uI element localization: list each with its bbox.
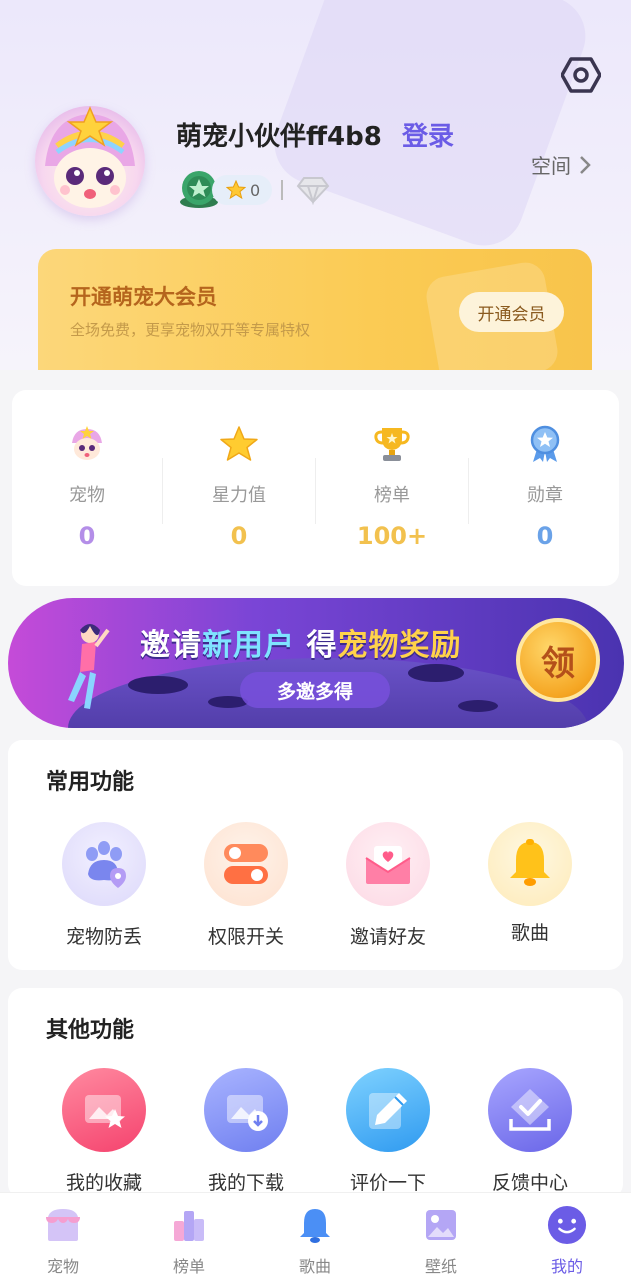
- stats-card: 宠物 0 星力值 0 榜单 100+ 勋章 0: [12, 390, 619, 586]
- tab-label: 歌曲: [298, 1257, 331, 1276]
- banner-title-part: 邀请: [140, 628, 202, 663]
- login-link[interactable]: 登录: [402, 116, 454, 153]
- tab-label: 宠物: [46, 1257, 79, 1276]
- func-my-downloads[interactable]: 我的下载: [176, 1068, 316, 1195]
- banner-pill: 多邀多得: [240, 672, 390, 708]
- banner-crater: [458, 700, 498, 712]
- func-songs[interactable]: 歌曲: [460, 822, 600, 945]
- other-functions-section: 其他功能 我的收藏 我的下载 评价一下 反馈中心: [8, 988, 623, 1198]
- stat-value: 0: [78, 522, 96, 550]
- vip-subtitle: 全场免费，更享宠物双开等专属特权: [70, 321, 311, 339]
- tab-mine[interactable]: 我的: [504, 1193, 630, 1280]
- banner-crater: [408, 664, 464, 682]
- invite-banner[interactable]: 邀请新用户 得宠物奖励 多邀多得 领: [8, 598, 624, 728]
- func-label: 权限开关: [207, 926, 284, 948]
- func-label: 歌曲: [510, 922, 549, 944]
- pet-face-icon: [67, 424, 107, 464]
- stat-label: 榜单: [374, 485, 410, 506]
- func-rate-us[interactable]: 评价一下: [318, 1068, 458, 1195]
- trophy-icon: [372, 424, 412, 464]
- stat-medals[interactable]: 勋章 0: [470, 390, 620, 586]
- toggle-icon: [204, 822, 288, 906]
- star-icon: [226, 180, 246, 200]
- tab-pets[interactable]: 宠物: [0, 1193, 126, 1280]
- feedback-check-icon: [488, 1068, 572, 1152]
- star-count: 0: [250, 180, 261, 200]
- banner-title-highlight: 宠物奖励: [337, 628, 462, 663]
- username: 萌宠小伙伴ff4b8: [176, 122, 382, 152]
- favorite-image-icon: [62, 1068, 146, 1152]
- smile-icon: [547, 1205, 587, 1245]
- func-feedback-center[interactable]: 反馈中心: [460, 1068, 600, 1195]
- stat-ranking[interactable]: 榜单 100+: [317, 390, 467, 586]
- stat-pets[interactable]: 宠物 0: [12, 390, 162, 586]
- girl-illustration-icon: [68, 624, 110, 709]
- tab-songs[interactable]: 歌曲: [252, 1193, 378, 1280]
- stat-label: 星力值: [212, 485, 266, 506]
- stat-divider: [468, 458, 469, 524]
- stat-value: 0: [536, 522, 554, 550]
- download-image-icon: [204, 1068, 288, 1152]
- tab-label: 榜单: [172, 1257, 205, 1276]
- stat-divider: [162, 458, 163, 524]
- func-label: 邀请好友: [349, 926, 426, 948]
- pencil-icon: [346, 1068, 430, 1152]
- func-permission-switch[interactable]: 权限开关: [176, 822, 316, 949]
- level-badge[interactable]: 0: [178, 170, 273, 210]
- tab-label: 壁纸: [424, 1257, 457, 1276]
- space-link[interactable]: 空间: [531, 150, 591, 179]
- vip-title: 开通萌宠大会员: [70, 285, 217, 309]
- stat-value: 0: [230, 522, 248, 550]
- chevron-right-icon: [580, 155, 591, 174]
- settings-button[interactable]: [561, 57, 601, 93]
- section-title: 其他功能: [46, 1018, 135, 1043]
- bell-icon: [295, 1205, 335, 1245]
- banner-title-part: 得: [295, 628, 338, 663]
- diamond-icon: [296, 177, 330, 206]
- paw-location-icon: [62, 822, 146, 906]
- stat-label: 勋章: [527, 485, 563, 506]
- tab-label: 我的: [550, 1257, 583, 1276]
- func-label: 反馈中心: [491, 1172, 568, 1194]
- banner-crater: [128, 676, 188, 694]
- func-label: 我的下载: [207, 1172, 284, 1194]
- profile-divider: [281, 180, 283, 200]
- stat-divider: [315, 458, 316, 524]
- stat-label: 宠物: [69, 485, 105, 506]
- common-functions-section: 常用功能 宠物防丢 权限开关 邀请好友 歌曲: [8, 740, 623, 970]
- bars-icon: [169, 1205, 209, 1245]
- func-label: 评价一下: [349, 1172, 426, 1194]
- section-title: 常用功能: [46, 770, 135, 795]
- stat-value: 100+: [356, 522, 428, 550]
- tab-wallpaper[interactable]: 壁纸: [378, 1193, 504, 1280]
- diamond-badge[interactable]: [296, 175, 330, 209]
- tab-ranking[interactable]: 榜单: [126, 1193, 252, 1280]
- envelope-heart-icon: [346, 822, 430, 906]
- open-vip-button[interactable]: 开通会员: [459, 292, 564, 332]
- banner-title: 邀请新用户 得宠物奖励: [140, 620, 461, 664]
- bell-icon: [488, 822, 572, 906]
- cat-avatar-icon: [45, 106, 135, 208]
- vip-card[interactable]: 开通萌宠大会员 全场免费，更享宠物双开等专属特权 开通会员: [38, 249, 592, 370]
- claim-coin-button[interactable]: 领: [516, 618, 600, 702]
- func-pet-anti-loss[interactable]: 宠物防丢: [34, 822, 174, 949]
- space-label: 空间: [531, 154, 571, 178]
- func-label: 宠物防丢: [65, 926, 142, 948]
- stat-star-power[interactable]: 星力值 0: [164, 390, 314, 586]
- picture-icon: [421, 1205, 461, 1245]
- medal-icon: [525, 424, 565, 464]
- avatar[interactable]: [35, 106, 145, 216]
- star-count-pill: 0: [212, 175, 273, 205]
- func-label: 我的收藏: [65, 1172, 142, 1194]
- star-icon: [219, 424, 259, 464]
- banner-title-highlight: 新用户: [202, 628, 295, 663]
- func-invite-friends[interactable]: 邀请好友: [318, 822, 458, 949]
- house-icon: [43, 1205, 83, 1245]
- func-my-favorites[interactable]: 我的收藏: [34, 1068, 174, 1195]
- settings-hexagon-icon: [561, 57, 601, 93]
- bottom-tab-bar: 宠物 榜单 歌曲 壁纸 我的: [0, 1192, 631, 1280]
